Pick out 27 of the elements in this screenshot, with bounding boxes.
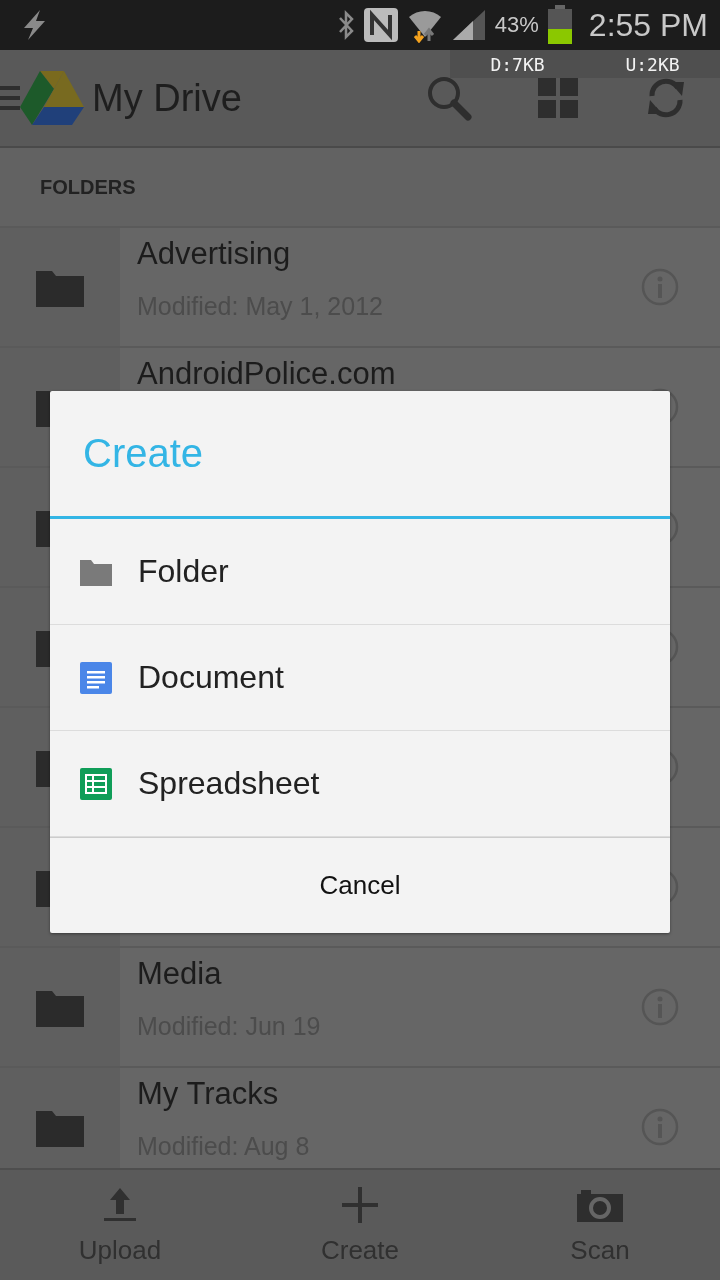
triangle-logo-icon [20,69,84,127]
bluetooth-icon [336,9,355,41]
search-icon[interactable] [426,75,472,121]
create-option[interactable]: Spreadsheet [50,731,670,837]
cancel-button[interactable]: Cancel [50,837,670,933]
menu-icon[interactable] [0,84,20,112]
folder-name[interactable]: Advertising [137,236,600,272]
download-rate: D:7KB [490,53,545,75]
nfc-icon [362,7,399,43]
document-icon [80,661,112,694]
upload-icon [104,1187,136,1222]
folder-name[interactable]: Media [137,956,600,992]
spreadsheet-icon [80,767,112,800]
camera-icon [577,1187,623,1222]
upload-rate: U:2KB [625,53,680,75]
folder-name[interactable]: AndroidPolice.com [137,356,600,392]
create-option[interactable]: Document [50,625,670,731]
create-option[interactable]: Folder [50,519,670,625]
dialog-title: Create [83,431,204,476]
section-header: FOLDERS [40,175,136,199]
clock-time: 2:55 PM [588,6,708,44]
plus-icon [342,1186,378,1223]
grid-icon[interactable] [538,78,578,118]
battery-icon [546,5,573,45]
folder-name[interactable]: My Tracks [137,1076,600,1112]
app-title: My Drive [92,76,242,120]
battery-percentage: 43% [494,12,539,38]
